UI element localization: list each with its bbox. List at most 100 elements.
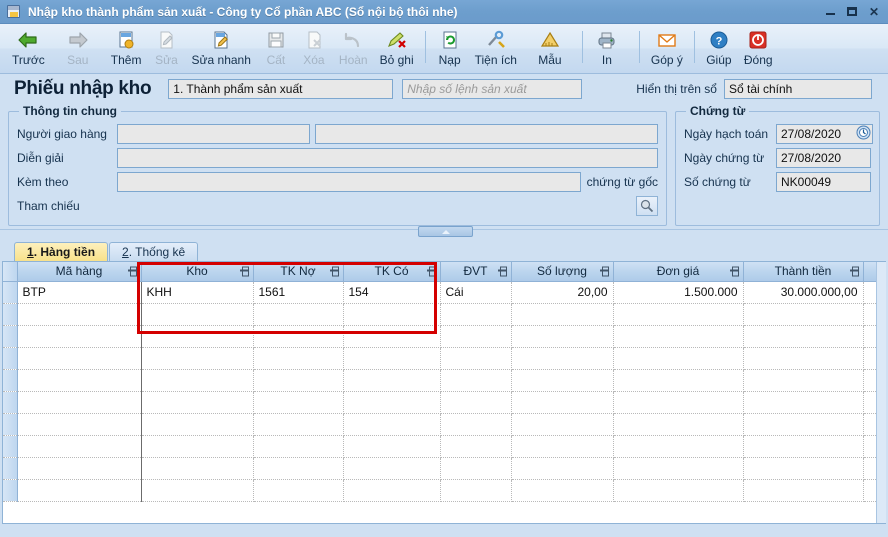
table-cell-empty[interactable]	[253, 479, 343, 501]
toolbar-button-bo-ghi[interactable]: Bỏ ghi	[374, 26, 420, 73]
table-cell-empty[interactable]	[511, 347, 613, 369]
deliverer-extra-input[interactable]	[315, 124, 658, 144]
row-header-cell[interactable]	[3, 391, 17, 413]
table-cell-empty[interactable]	[141, 435, 253, 457]
table-cell-empty[interactable]	[17, 369, 141, 391]
toolbar-button-in[interactable]: In	[588, 26, 626, 73]
table-cell-empty[interactable]	[343, 325, 440, 347]
toolbar-button-gop-y[interactable]: Góp ý	[645, 26, 689, 73]
table-cell-empty[interactable]	[17, 391, 141, 413]
pin-icon[interactable]	[427, 267, 436, 276]
toolbar-button-sua[interactable]: Sửa	[147, 26, 185, 73]
table-cell-empty[interactable]	[343, 457, 440, 479]
grid-col-dvt[interactable]: ĐVT	[440, 262, 511, 281]
table-cell-empty[interactable]	[440, 369, 511, 391]
production-order-input[interactable]: Nhập số lệnh sản xuất	[402, 79, 582, 99]
pin-icon[interactable]	[498, 267, 507, 276]
pin-icon[interactable]	[330, 267, 339, 276]
table-cell-empty[interactable]	[141, 369, 253, 391]
table-cell-empty[interactable]	[440, 347, 511, 369]
minimize-button[interactable]	[820, 3, 840, 21]
table-cell-empty[interactable]	[343, 435, 440, 457]
row-header-cell[interactable]	[3, 369, 17, 391]
table-row[interactable]	[3, 303, 886, 325]
table-cell-empty[interactable]	[17, 303, 141, 325]
table-cell-empty[interactable]	[17, 479, 141, 501]
table-cell-empty[interactable]	[743, 369, 863, 391]
pin-icon[interactable]	[128, 267, 137, 276]
row-header-cell[interactable]	[3, 479, 17, 501]
table-cell-empty[interactable]	[253, 347, 343, 369]
table-cell-empty[interactable]	[511, 435, 613, 457]
table-cell-empty[interactable]	[343, 347, 440, 369]
tab-thong-ke[interactable]: 2. Thống kê	[109, 242, 198, 261]
table-cell-empty[interactable]	[613, 413, 743, 435]
table-cell-empty[interactable]	[17, 435, 141, 457]
maximize-button[interactable]	[842, 3, 862, 21]
table-cell-empty[interactable]	[613, 303, 743, 325]
table-cell-empty[interactable]	[613, 457, 743, 479]
attachment-count-input[interactable]	[117, 172, 581, 192]
table-row[interactable]	[3, 413, 886, 435]
table-cell-empty[interactable]	[440, 325, 511, 347]
table-row[interactable]	[3, 457, 886, 479]
table-cell-empty[interactable]	[743, 435, 863, 457]
table-cell-empty[interactable]	[613, 435, 743, 457]
table-cell-empty[interactable]	[511, 413, 613, 435]
pin-icon[interactable]	[730, 267, 739, 276]
cell-so-luong[interactable]: 20,00	[511, 281, 613, 303]
table-cell-empty[interactable]	[613, 369, 743, 391]
grid-col-ma-hang[interactable]: Mã hàng	[17, 262, 141, 281]
grid-col-kho[interactable]: Kho	[141, 262, 253, 281]
table-row[interactable]	[3, 347, 886, 369]
table-cell-empty[interactable]	[511, 303, 613, 325]
cell-kho[interactable]: KHH	[141, 281, 253, 303]
table-cell-empty[interactable]	[743, 391, 863, 413]
table-cell-empty[interactable]	[141, 413, 253, 435]
toolbar-button-hoan[interactable]: Hoàn	[333, 26, 374, 73]
table-cell-empty[interactable]	[343, 391, 440, 413]
table-cell-empty[interactable]	[613, 479, 743, 501]
cell-don-gia[interactable]: 1.500.000	[613, 281, 743, 303]
table-cell-empty[interactable]	[253, 435, 343, 457]
table-cell-empty[interactable]	[253, 457, 343, 479]
grid-col-tk-co[interactable]: TK Có	[343, 262, 440, 281]
table-cell-empty[interactable]	[440, 479, 511, 501]
table-cell-empty[interactable]	[743, 325, 863, 347]
table-row[interactable]	[3, 325, 886, 347]
row-header-cell[interactable]	[3, 347, 17, 369]
cell-tk-no[interactable]: 1561	[253, 281, 343, 303]
cell-ma-hang[interactable]: BTP	[17, 281, 141, 303]
toolbar-button-dong[interactable]: Đóng	[738, 26, 779, 73]
table-cell-empty[interactable]	[141, 479, 253, 501]
grid-col-thanh-tien[interactable]: Thành tiền	[743, 262, 863, 281]
table-cell-empty[interactable]	[17, 413, 141, 435]
cell-dvt[interactable]: Cái	[440, 281, 511, 303]
collapse-up-icon[interactable]	[418, 226, 473, 237]
table-cell-empty[interactable]	[743, 479, 863, 501]
grid-vertical-scrollbar[interactable]	[876, 262, 886, 523]
table-row[interactable]	[3, 479, 886, 501]
table-cell-empty[interactable]	[440, 457, 511, 479]
table-row[interactable]: BTP KHH 1561 154 Cái 20,00 1.500.000 30.…	[3, 281, 886, 303]
table-cell-empty[interactable]	[613, 325, 743, 347]
table-cell-empty[interactable]	[613, 347, 743, 369]
toolbar-button-cat[interactable]: Cất	[257, 26, 295, 73]
toolbar-button-giup[interactable]: ? Giúp	[700, 26, 738, 73]
table-cell-empty[interactable]	[613, 391, 743, 413]
table-cell-empty[interactable]	[511, 369, 613, 391]
table-cell-empty[interactable]	[440, 391, 511, 413]
grid-col-don-gia[interactable]: Đơn giá	[613, 262, 743, 281]
row-header-cell[interactable]	[3, 457, 17, 479]
table-cell-empty[interactable]	[343, 369, 440, 391]
table-cell-empty[interactable]	[343, 413, 440, 435]
detail-grid[interactable]: Mã hàng Kho TK Nợ TK Có ĐVT Số lượng Đơn…	[2, 261, 886, 524]
table-cell-empty[interactable]	[343, 303, 440, 325]
table-cell-empty[interactable]	[343, 479, 440, 501]
voucher-date-input[interactable]: 27/08/2020	[776, 148, 871, 168]
table-cell-empty[interactable]	[141, 391, 253, 413]
table-cell-empty[interactable]	[743, 303, 863, 325]
calendar-icon[interactable]	[856, 125, 871, 143]
toolbar-button-tien-ich[interactable]: Tiện ích	[469, 26, 523, 73]
table-cell-empty[interactable]	[141, 347, 253, 369]
